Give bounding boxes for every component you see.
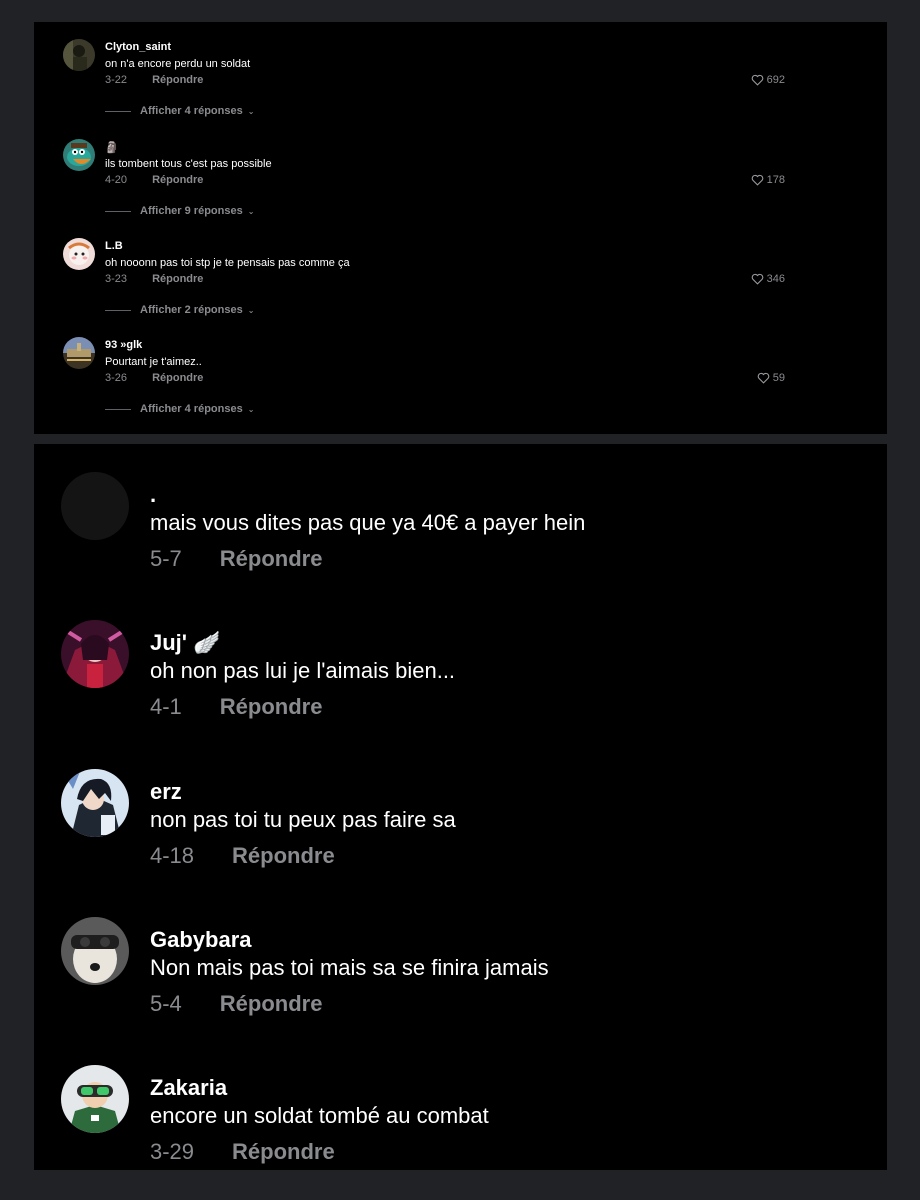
comment-meta: 5-4 Répondre bbox=[150, 991, 322, 1017]
like-button[interactable]: 59 bbox=[757, 372, 785, 384]
comment-text: on n'a encore perdu un soldat bbox=[105, 58, 251, 70]
comment-username[interactable]: 93 »glk bbox=[105, 339, 142, 351]
comment-item: Juj' 🪽 oh non pas lui je l'aimais bien..… bbox=[34, 592, 887, 732]
comment-date: 3-23 bbox=[105, 273, 128, 285]
comment-text: Pourtant je t'aimez.. bbox=[105, 356, 202, 368]
like-count: 346 bbox=[766, 273, 785, 285]
heart-outline-icon bbox=[751, 74, 763, 86]
divider bbox=[105, 309, 131, 311]
like-button[interactable]: 346 bbox=[751, 273, 785, 285]
comment-meta: 3-26 Répondre bbox=[105, 372, 203, 384]
comment-item: 93 »glk Pourtant je t'aimez.. 3-26 Répon… bbox=[34, 320, 887, 415]
comment-date: 5-7 bbox=[150, 546, 182, 571]
chevron-down-icon: ⌄ bbox=[247, 305, 255, 315]
heart-outline-icon bbox=[757, 372, 770, 384]
reply-button[interactable]: Répondre bbox=[152, 174, 203, 186]
divider bbox=[105, 408, 131, 410]
comment-date: 5-4 bbox=[150, 991, 182, 1016]
reply-button[interactable]: Répondre bbox=[152, 273, 203, 285]
comment-username[interactable]: Zakaria bbox=[150, 1075, 227, 1101]
avatar[interactable] bbox=[63, 139, 95, 171]
divider bbox=[105, 210, 131, 212]
comment-text: ils tombent tous c'est pas possible bbox=[105, 158, 272, 170]
reply-button[interactable]: Répondre bbox=[220, 546, 323, 571]
view-replies-button[interactable]: Afficher 4 réponses ⌄ bbox=[105, 105, 254, 117]
like-count: 178 bbox=[766, 174, 785, 186]
heart-outline-icon bbox=[751, 174, 763, 186]
comment-username[interactable]: L.B bbox=[105, 240, 123, 252]
comment-text: oh non pas lui je l'aimais bien... bbox=[150, 658, 456, 683]
avatar[interactable] bbox=[61, 769, 129, 837]
comment-text: encore un soldat tombé au combat bbox=[150, 1103, 489, 1128]
comment-username[interactable]: Gabybara bbox=[150, 927, 252, 953]
reply-button[interactable]: Répondre bbox=[152, 372, 203, 384]
comment-meta: 3-29 Répondre bbox=[150, 1139, 335, 1165]
comment-date: 4-18 bbox=[150, 843, 195, 868]
comment-item: L.B oh nooonn pas toi stp je te pensais … bbox=[34, 221, 887, 316]
comment-meta: 4-18 Répondre bbox=[150, 843, 335, 869]
comment-meta: 3-22 Répondre bbox=[105, 74, 203, 86]
comment-meta: 4-1 Répondre bbox=[150, 694, 322, 720]
comment-date: 3-29 bbox=[150, 1139, 195, 1164]
comment-meta: 4-20 Répondre bbox=[105, 174, 203, 186]
comment-username[interactable]: Juj' 🪽 bbox=[150, 630, 221, 656]
comments-panel-bottom: . mais vous dites pas que ya 40€ a payer… bbox=[34, 444, 887, 1170]
like-count: 59 bbox=[772, 372, 785, 384]
comment-date: 4-20 bbox=[105, 174, 128, 186]
comment-username[interactable]: Clyton_saint bbox=[105, 41, 171, 53]
comment-text: Non mais pas toi mais sa se finira jamai… bbox=[150, 955, 549, 980]
chevron-down-icon: ⌄ bbox=[247, 106, 255, 116]
comment-text: non pas toi tu peux pas faire sa bbox=[150, 807, 456, 832]
comment-item: Zakaria encore un soldat tombé au combat… bbox=[34, 1037, 887, 1177]
avatar[interactable] bbox=[61, 472, 129, 540]
comment-text: oh nooonn pas toi stp je te pensais pas … bbox=[105, 257, 350, 269]
comment-item: . mais vous dites pas que ya 40€ a payer… bbox=[34, 444, 887, 584]
avatar[interactable] bbox=[61, 620, 129, 688]
view-replies-button[interactable]: Afficher 2 réponses ⌄ bbox=[105, 304, 254, 316]
comment-item: Gabybara Non mais pas toi mais sa se fin… bbox=[34, 889, 887, 1029]
comment-date: 3-26 bbox=[105, 372, 128, 384]
like-button[interactable]: 178 bbox=[751, 174, 785, 186]
avatar[interactable] bbox=[61, 917, 129, 985]
reply-button[interactable]: Répondre bbox=[232, 1139, 335, 1164]
avatar[interactable] bbox=[63, 39, 95, 71]
comment-meta: 3-23 Répondre bbox=[105, 273, 203, 285]
divider bbox=[105, 110, 131, 112]
view-replies-label: Afficher 4 réponses bbox=[140, 105, 243, 117]
heart-outline-icon bbox=[751, 273, 763, 285]
comment-text: mais vous dites pas que ya 40€ a payer h… bbox=[150, 510, 586, 535]
comment-date: 4-1 bbox=[150, 694, 182, 719]
view-replies-label: Afficher 4 réponses bbox=[140, 403, 243, 415]
chevron-down-icon: ⌄ bbox=[247, 206, 255, 216]
avatar[interactable] bbox=[61, 1065, 129, 1133]
view-replies-button[interactable]: Afficher 9 réponses ⌄ bbox=[105, 205, 254, 217]
comment-username[interactable]: 🗿 bbox=[105, 141, 119, 154]
reply-button[interactable]: Répondre bbox=[220, 991, 323, 1016]
comment-username[interactable]: erz bbox=[150, 779, 182, 805]
reply-button[interactable]: Répondre bbox=[152, 74, 203, 86]
comment-username[interactable]: . bbox=[150, 482, 156, 508]
avatar[interactable] bbox=[63, 337, 95, 369]
comment-meta: 5-7 Répondre bbox=[150, 546, 322, 572]
comment-item: Clyton_saint on n'a encore perdu un sold… bbox=[34, 22, 887, 117]
like-count: 692 bbox=[766, 74, 785, 86]
view-replies-button[interactable]: Afficher 4 réponses ⌄ bbox=[105, 403, 254, 415]
comments-panel-top: Clyton_saint on n'a encore perdu un sold… bbox=[34, 22, 887, 434]
like-button[interactable]: 692 bbox=[751, 74, 785, 86]
reply-button[interactable]: Répondre bbox=[232, 843, 335, 868]
comment-date: 3-22 bbox=[105, 74, 128, 86]
reply-button[interactable]: Répondre bbox=[220, 694, 323, 719]
comment-item: 🗿 ils tombent tous c'est pas possible 4-… bbox=[34, 122, 887, 217]
avatar[interactable] bbox=[63, 238, 95, 270]
view-replies-label: Afficher 2 réponses bbox=[140, 304, 243, 316]
view-replies-label: Afficher 9 réponses bbox=[140, 205, 243, 217]
comment-item: erz non pas toi tu peux pas faire sa 4-1… bbox=[34, 741, 887, 881]
chevron-down-icon: ⌄ bbox=[247, 404, 255, 414]
